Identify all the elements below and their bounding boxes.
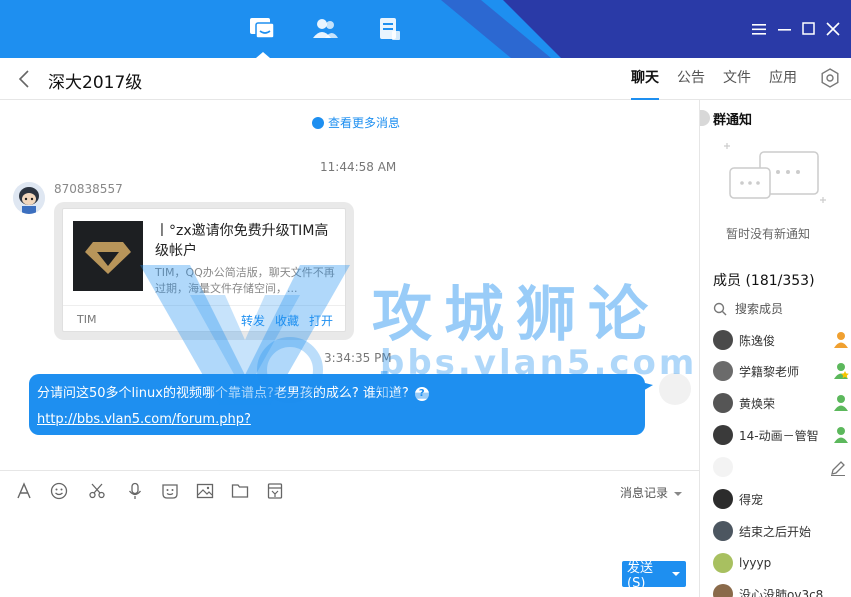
- members-title: 成员 (181/353): [713, 273, 815, 289]
- member-search[interactable]: 搜索成员: [713, 300, 783, 317]
- card-actions: 转发 收藏 打开: [241, 312, 333, 329]
- member-name: 没心没肺ov3c8: [739, 587, 824, 597]
- avatar: [713, 361, 733, 381]
- clock-icon: [312, 116, 324, 129]
- help-icon: ?: [414, 386, 429, 401]
- diamond-logo-icon: [85, 242, 131, 274]
- admin-icon: [834, 427, 848, 443]
- member-item[interactable]: 没心没肺ov3c8: [713, 582, 849, 597]
- sticker-icon[interactable]: [160, 481, 180, 501]
- member-item[interactable]: 学籍黎老师: [713, 359, 849, 383]
- member-item[interactable]: 结束之后开始: [713, 519, 849, 543]
- avatar: [713, 457, 733, 477]
- favorite-button[interactable]: 收藏: [275, 312, 299, 329]
- view-more-messages-label: 查看更多消息: [328, 116, 401, 130]
- message-link-continued[interactable]: mod=forumdisplay&fid=100&filter=typeid&t…: [37, 438, 403, 453]
- open-button[interactable]: 打开: [309, 312, 333, 329]
- chat-header: 深大2017级 聊天 公告 文件 应用: [0, 58, 851, 100]
- member-name: 学籍黎老师: [739, 364, 800, 379]
- sender-name: 870838557: [54, 182, 123, 196]
- empty-notice-illustration: [724, 143, 826, 203]
- group-side-panel: 群通知 暂时没有新通知 成员 (181/353) 搜索成员 陈逸俊 学籍黎老师 …: [699, 100, 851, 597]
- my-avatar[interactable]: [659, 373, 691, 405]
- close-icon[interactable]: [824, 20, 842, 38]
- card-footer: TIM 转发 收藏 打开: [63, 305, 345, 332]
- chat-messages-area[interactable]: 查看更多消息 11:44:58 AM 870838557 丨°zx邀请你免费升级…: [0, 100, 699, 470]
- tab-announcement[interactable]: 公告: [677, 58, 705, 100]
- bubble-tail: [641, 382, 653, 392]
- emoji-icon[interactable]: [49, 481, 69, 501]
- avatar[interactable]: [13, 182, 45, 214]
- member-item[interactable]: [713, 455, 849, 479]
- scissors-icon[interactable]: [84, 481, 110, 501]
- tab-chat[interactable]: 聊天: [631, 58, 659, 100]
- send-button-label: 发送(S): [627, 561, 654, 591]
- message-history-button[interactable]: 消息记录: [620, 484, 682, 501]
- input-toolbar: [14, 481, 285, 501]
- message-timestamp: 11:44:58 AM: [320, 160, 397, 174]
- share-card[interactable]: 丨°zx邀请你免费升级TIM高级帐户 TIM，QQ办公简洁版，聊天文件不再过期，…: [62, 208, 346, 332]
- member-name: 黄焕荣: [739, 396, 776, 411]
- edit-icon[interactable]: [830, 460, 846, 476]
- member-name: 陈逸俊: [739, 333, 776, 348]
- card-source: TIM: [77, 313, 97, 326]
- member-name: lyyyp: [739, 556, 772, 570]
- member-name: 结束之后开始: [739, 524, 812, 539]
- member-item[interactable]: 陈逸俊: [713, 328, 849, 352]
- settings-icon[interactable]: [820, 68, 840, 88]
- avatar: [713, 330, 733, 350]
- member-item[interactable]: 14-动画－管智: [713, 423, 849, 447]
- search-icon: [713, 302, 727, 315]
- microphone-icon[interactable]: [125, 481, 145, 501]
- message-bubble: 丨°zx邀请你免费升级TIM高级帐户 TIM，QQ办公简洁版，聊天文件不再过期，…: [54, 202, 354, 340]
- messages-icon[interactable]: [247, 16, 277, 42]
- view-more-messages-link[interactable]: 查看更多消息: [312, 114, 400, 131]
- forward-button[interactable]: 转发: [241, 312, 265, 329]
- chat-tabs: 聊天 公告 文件 应用: [631, 58, 815, 100]
- member-item[interactable]: 黄焕荣: [713, 391, 849, 415]
- image-icon[interactable]: [195, 481, 215, 501]
- contacts-icon[interactable]: [310, 16, 340, 42]
- avatar: [713, 584, 733, 597]
- avatar: [713, 521, 733, 541]
- back-arrow-icon[interactable]: [16, 68, 32, 90]
- send-options-chevron-icon[interactable]: [672, 572, 680, 576]
- message-timestamp: 3:34:35 PM: [324, 351, 392, 365]
- card-description: TIM，QQ办公简洁版，聊天文件不再过期，海量文件存储空间，...: [155, 266, 335, 295]
- avatar: [713, 393, 733, 413]
- message-link[interactable]: http://bbs.vlan5.com/forum.php?: [37, 412, 251, 427]
- avatar: [713, 425, 733, 445]
- message-text: 分请问这50多个linux的视频哪个靠谱点?老男孩的成么? 谁知道?: [37, 386, 409, 401]
- menu-icon[interactable]: [750, 20, 768, 38]
- documents-icon[interactable]: [374, 16, 404, 42]
- member-item[interactable]: lyyyp: [713, 551, 849, 575]
- gift-icon[interactable]: [265, 481, 285, 501]
- empty-notice-text: 暂时没有新通知: [726, 227, 811, 241]
- folder-icon[interactable]: [230, 481, 250, 501]
- tab-files[interactable]: 文件: [723, 58, 751, 100]
- card-thumbnail: [73, 221, 143, 291]
- chat-title: 深大2017级: [48, 73, 143, 93]
- group-notice-title: 群通知: [713, 113, 753, 128]
- admin-icon: [834, 395, 848, 411]
- maximize-icon[interactable]: [800, 20, 818, 38]
- collapse-panel-icon[interactable]: [700, 110, 710, 126]
- card-title: 丨°zx邀请你免费升级TIM高级帐户: [155, 223, 329, 259]
- minimize-icon[interactable]: [776, 20, 794, 38]
- font-icon[interactable]: [14, 481, 34, 501]
- avatar: [713, 489, 733, 509]
- title-bar: [0, 0, 851, 58]
- avatar: [713, 553, 733, 573]
- send-button[interactable]: 发送(S): [622, 561, 686, 591]
- member-name: 14-动画－管智: [739, 428, 819, 443]
- my-message-bubble: 分请问这50多个linux的视频哪个靠谱点?老男孩的成么? 谁知道? ? http:…: [29, 374, 645, 453]
- member-name: 得宠: [739, 492, 764, 507]
- owner-icon: [834, 363, 849, 379]
- admin-icon: [834, 332, 848, 348]
- member-item[interactable]: 得宠: [713, 487, 849, 511]
- member-search-placeholder: 搜索成员: [735, 302, 784, 316]
- message-input-area[interactable]: 消息记录 发送(S): [0, 470, 699, 597]
- tab-apps[interactable]: 应用: [769, 58, 797, 100]
